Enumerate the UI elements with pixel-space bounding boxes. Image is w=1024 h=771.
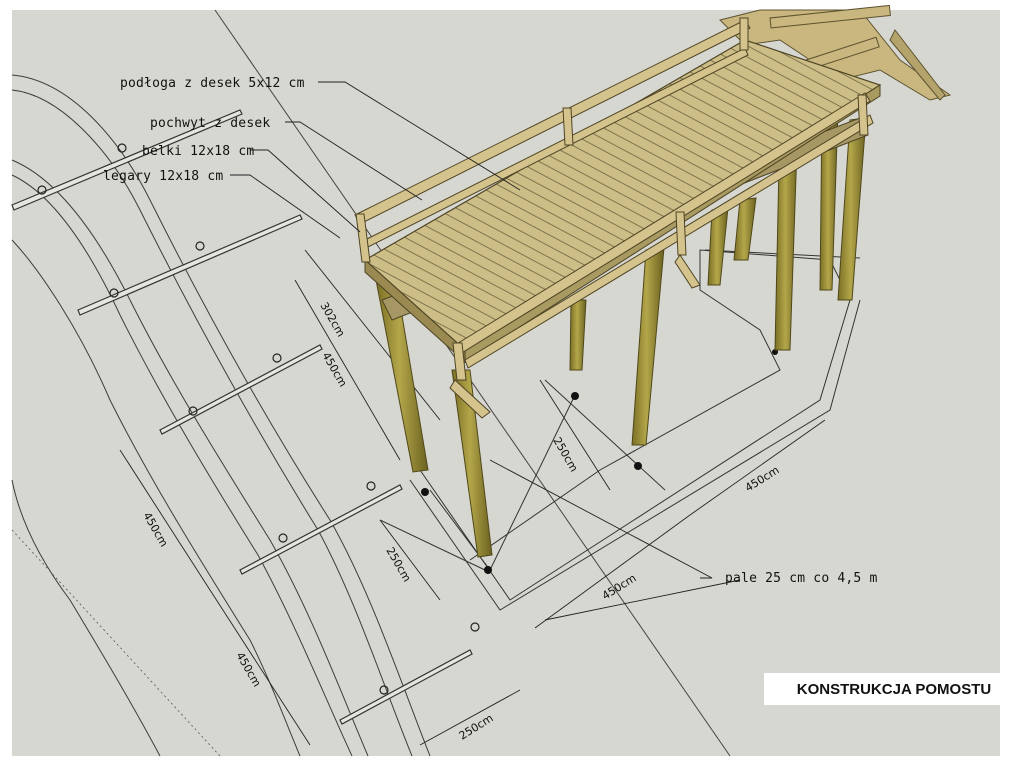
label-pochwyt: pochwyt z desek (150, 116, 270, 131)
label-podloga: podłoga z desek 5x12 cm (120, 76, 305, 91)
label-pale: pale 25 cm co 4,5 m (725, 571, 878, 586)
label-belki: belki 12x18 cm (142, 144, 254, 159)
construction-drawing: podłoga z desek 5x12 cm pochwyt z desek … (11, 4, 1000, 757)
drawing-title: KONSTRUKCJA POMOSTU (796, 680, 992, 698)
label-legary: legary 12x18 cm (103, 169, 223, 184)
drawing-stage: podłoga z desek 5x12 cm pochwyt z desek … (0, 0, 1024, 766)
title-box: KONSTRUKCJA POMOSTU (764, 673, 1024, 705)
